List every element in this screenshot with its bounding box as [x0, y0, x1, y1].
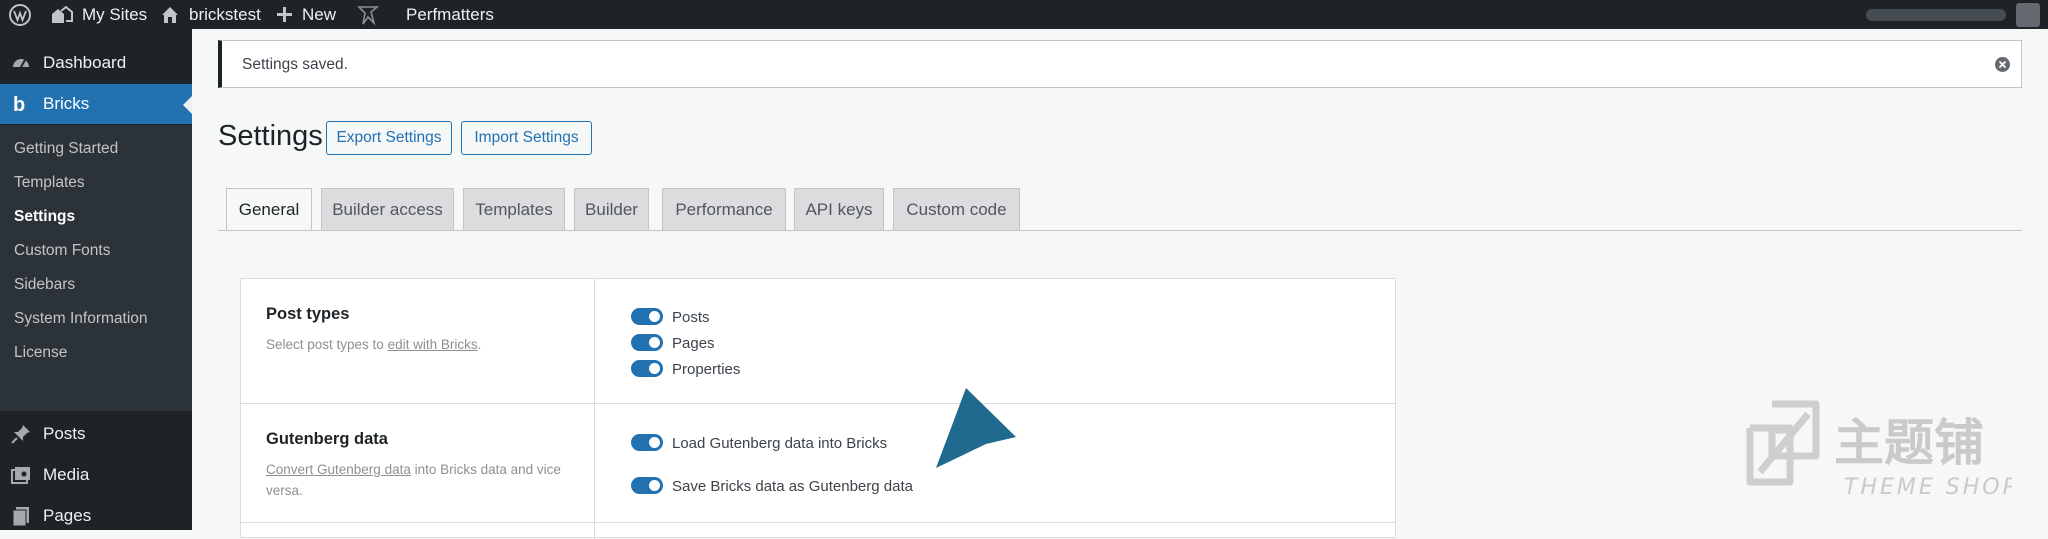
- menu-item-media[interactable]: Media: [0, 455, 192, 495]
- dismiss-icon[interactable]: [1994, 56, 2011, 73]
- dashboard-icon: [13, 59, 29, 68]
- admin-sidebar: Dashboard b Bricks Getting Started Templ…: [0, 29, 192, 530]
- gutenberg-data-title: Gutenberg data: [266, 430, 388, 448]
- submenu-license[interactable]: License: [14, 344, 67, 362]
- submenu-sidebars[interactable]: Sidebars: [14, 276, 75, 294]
- site-name-menu[interactable]: brickstest: [160, 0, 261, 29]
- submenu-settings[interactable]: Settings: [14, 208, 75, 226]
- submenu-getting-started[interactable]: Getting Started: [14, 140, 118, 158]
- post-types-desc-end: .: [477, 337, 482, 352]
- plus-icon: [277, 7, 292, 22]
- media-icon: [11, 467, 30, 484]
- convert-gutenberg-data-link[interactable]: Convert Gutenberg data: [266, 462, 411, 477]
- pointer-arrow-shape: [936, 388, 1016, 468]
- current-menu-arrow: [183, 96, 192, 114]
- menu-label-dashboard: Dashboard: [43, 53, 127, 72]
- watermark-cn-text: 主题铺: [1834, 414, 1984, 472]
- bricks-icon: b: [13, 94, 25, 115]
- tabs-baseline: [218, 230, 2022, 231]
- settings-saved-notice: Settings saved.: [218, 40, 2022, 88]
- menu-label-posts: Posts: [43, 424, 86, 443]
- menu-item-pages[interactable]: Pages: [0, 496, 192, 536]
- my-sites-icon: [52, 5, 73, 23]
- tab-api-keys[interactable]: API keys: [794, 188, 884, 230]
- post-types-desc-text: Select post types to: [266, 337, 388, 352]
- export-settings-button[interactable]: Export Settings: [326, 121, 452, 155]
- toggle-label-save-as-gutenberg-data: Save Bricks data as Gutenberg data: [672, 478, 913, 495]
- tab-templates[interactable]: Templates: [463, 188, 565, 230]
- wordpress-icon: [9, 3, 31, 26]
- toggle-label-posts: Posts: [672, 309, 710, 326]
- menu-item-posts[interactable]: Posts: [0, 414, 192, 454]
- toggle-posts[interactable]: [631, 308, 663, 325]
- row-divider: [241, 522, 1395, 523]
- settings-panel: Post types Select post types to edit wit…: [240, 278, 1396, 539]
- submenu-custom-fonts[interactable]: Custom Fonts: [14, 242, 110, 260]
- avatar: [2016, 2, 2040, 27]
- pin-icon: [11, 425, 30, 444]
- theme-shop-watermark-logo: 主题铺 THEME SHOP: [1746, 400, 2012, 500]
- edit-with-bricks-link[interactable]: edit with Bricks: [388, 337, 478, 352]
- account-name-blurred: [1866, 8, 2006, 21]
- my-sites-menu[interactable]: My Sites: [50, 0, 147, 29]
- tab-general[interactable]: General: [226, 188, 312, 231]
- perfmatters-menu[interactable]: Perfmatters: [356, 0, 494, 29]
- new-label: New: [302, 4, 337, 24]
- post-types-title: Post types: [266, 305, 350, 323]
- toggle-save-as-gutenberg-data[interactable]: [631, 477, 663, 494]
- gutenberg-data-description: Convert Gutenberg data into Bricks data …: [266, 459, 576, 501]
- post-types-description: Select post types to edit with Bricks.: [266, 334, 566, 355]
- perfmatters-label: Perfmatters: [406, 4, 494, 24]
- my-account-menu[interactable]: [1858, 0, 2048, 29]
- menu-label-media: Media: [43, 465, 90, 484]
- submenu-templates[interactable]: Templates: [14, 174, 85, 192]
- menu-item-bricks[interactable]: b Bricks: [0, 84, 192, 124]
- toggle-label-pages: Pages: [672, 335, 715, 352]
- toggle-label-properties: Properties: [672, 361, 741, 378]
- tab-builder-access[interactable]: Builder access: [321, 188, 454, 230]
- admin-bar: My Sites brickstest New Perfmatters: [0, 0, 2048, 29]
- perfmatters-icon: [357, 5, 380, 26]
- menu-label-bricks: Bricks: [43, 94, 90, 113]
- notice-text: Settings saved.: [242, 56, 348, 73]
- import-settings-button[interactable]: Import Settings: [461, 121, 592, 155]
- submenu-system-information[interactable]: System Information: [14, 310, 148, 328]
- menu-item-dashboard[interactable]: Dashboard: [0, 43, 192, 83]
- page-title: Settings: [218, 120, 323, 152]
- wordpress-logo[interactable]: [8, 0, 32, 29]
- home-icon: [162, 6, 178, 23]
- site-name-label: brickstest: [189, 4, 261, 24]
- my-sites-label: My Sites: [82, 4, 148, 24]
- tab-performance[interactable]: Performance: [662, 188, 786, 230]
- new-content-menu[interactable]: New: [276, 0, 336, 29]
- toggle-pages[interactable]: [631, 334, 663, 351]
- svg-text:b: b: [13, 94, 25, 115]
- column-divider: [594, 279, 595, 539]
- toggle-load-gutenberg-data[interactable]: [631, 434, 663, 451]
- tab-custom-code[interactable]: Custom code: [893, 188, 1020, 230]
- tab-builder[interactable]: Builder: [574, 188, 649, 230]
- bricks-submenu: Getting Started Templates Settings Custo…: [0, 125, 192, 411]
- toggle-properties[interactable]: [631, 360, 663, 377]
- pages-icon: [12, 507, 29, 527]
- toggle-label-load-gutenberg-data: Load Gutenberg data into Bricks: [672, 435, 888, 452]
- row-divider: [241, 403, 1395, 404]
- menu-label-pages: Pages: [43, 506, 92, 525]
- watermark-en-text: THEME SHOP: [1844, 475, 2012, 500]
